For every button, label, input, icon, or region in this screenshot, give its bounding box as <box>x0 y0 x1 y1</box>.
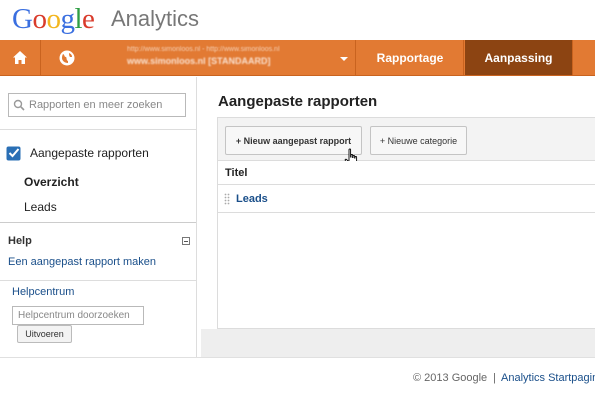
collapse-icon[interactable] <box>182 237 190 245</box>
home-button[interactable] <box>0 40 41 75</box>
footer-home-link[interactable]: Analytics Startpagina <box>501 372 595 384</box>
google-logo[interactable]: Google <box>12 2 95 36</box>
new-category-button[interactable]: + Nieuwe categorie <box>370 126 467 155</box>
logo-bar: Google Analytics <box>0 0 595 40</box>
toolbar: + Nieuw aangepast rapport + Nieuwe categ… <box>218 118 595 168</box>
table-header: Titel <box>218 161 595 185</box>
helpcenter-search-input[interactable]: Helpcentrum doorzoeken <box>12 306 144 325</box>
help-article-link[interactable]: Een aangepast rapport maken <box>8 256 156 268</box>
report-link-leads[interactable]: Leads <box>236 193 268 205</box>
help-title: Help <box>8 235 32 247</box>
nav-spacer <box>572 40 595 75</box>
account-url: http://www.simonloos.nl - http://www.sim… <box>127 46 280 53</box>
search-input[interactable]: Rapporten en meer zoeken <box>8 93 186 117</box>
globe-icon <box>59 50 75 66</box>
divider <box>0 280 196 281</box>
divider <box>0 129 196 130</box>
sidebar: Rapporten en meer zoeken Aangepaste rapp… <box>0 77 197 357</box>
logo-letter: G <box>12 3 33 35</box>
custom-reports-icon <box>6 146 21 161</box>
column-title[interactable]: Titel <box>225 167 247 179</box>
drag-handle-icon[interactable] <box>224 193 230 205</box>
top-nav: http://www.simonloos.nl - http://www.sim… <box>0 40 595 76</box>
search-placeholder: Rapporten en meer zoeken <box>29 99 163 111</box>
main-bottom-strip <box>201 329 595 357</box>
footer-separator: | <box>493 372 496 384</box>
tab-aanpassing[interactable]: Aanpassing <box>465 40 572 75</box>
table-empty-area <box>218 214 595 328</box>
footer: © 2013 Google | Analytics Startpagina <box>0 357 595 398</box>
new-custom-report-button[interactable]: + Nieuw aangepast rapport <box>225 126 362 155</box>
account-selector[interactable]: http://www.simonloos.nl - http://www.sim… <box>42 40 356 75</box>
helpcenter-search-placeholder: Helpcentrum doorzoeken <box>18 310 130 321</box>
search-icon <box>13 99 25 111</box>
tab-rapportage[interactable]: Rapportage <box>357 40 464 75</box>
sidebar-item-leads[interactable]: Leads <box>24 200 57 214</box>
account-profile: www.simonloos.nl [STANDAARD] <box>127 56 271 66</box>
logo-letter: o <box>32 3 47 35</box>
page-title: Aangepaste rapporten <box>218 93 378 110</box>
logo-letter: e <box>82 3 95 35</box>
sidebar-item-overzicht[interactable]: Overzicht <box>24 175 79 189</box>
table-row: Leads <box>218 186 595 213</box>
footer-copyright: © 2013 Google <box>413 372 488 384</box>
main-content: Aangepaste rapporten + Nieuw aangepast r… <box>201 77 595 357</box>
logo-letter: l <box>74 3 83 35</box>
divider <box>0 222 196 223</box>
sidebar-section-custom-reports[interactable]: Aangepaste rapporten <box>30 146 149 160</box>
helpcenter-submit-button[interactable]: Uitvoeren <box>17 325 72 343</box>
home-icon <box>13 51 27 64</box>
product-name: Analytics <box>111 6 200 31</box>
helpcenter-link[interactable]: Helpcentrum <box>12 286 74 298</box>
reports-panel: + Nieuw aangepast rapport + Nieuwe categ… <box>217 117 595 329</box>
chevron-down-icon <box>340 57 348 61</box>
logo-letter: o <box>46 3 61 35</box>
logo-letter: g <box>60 3 75 35</box>
